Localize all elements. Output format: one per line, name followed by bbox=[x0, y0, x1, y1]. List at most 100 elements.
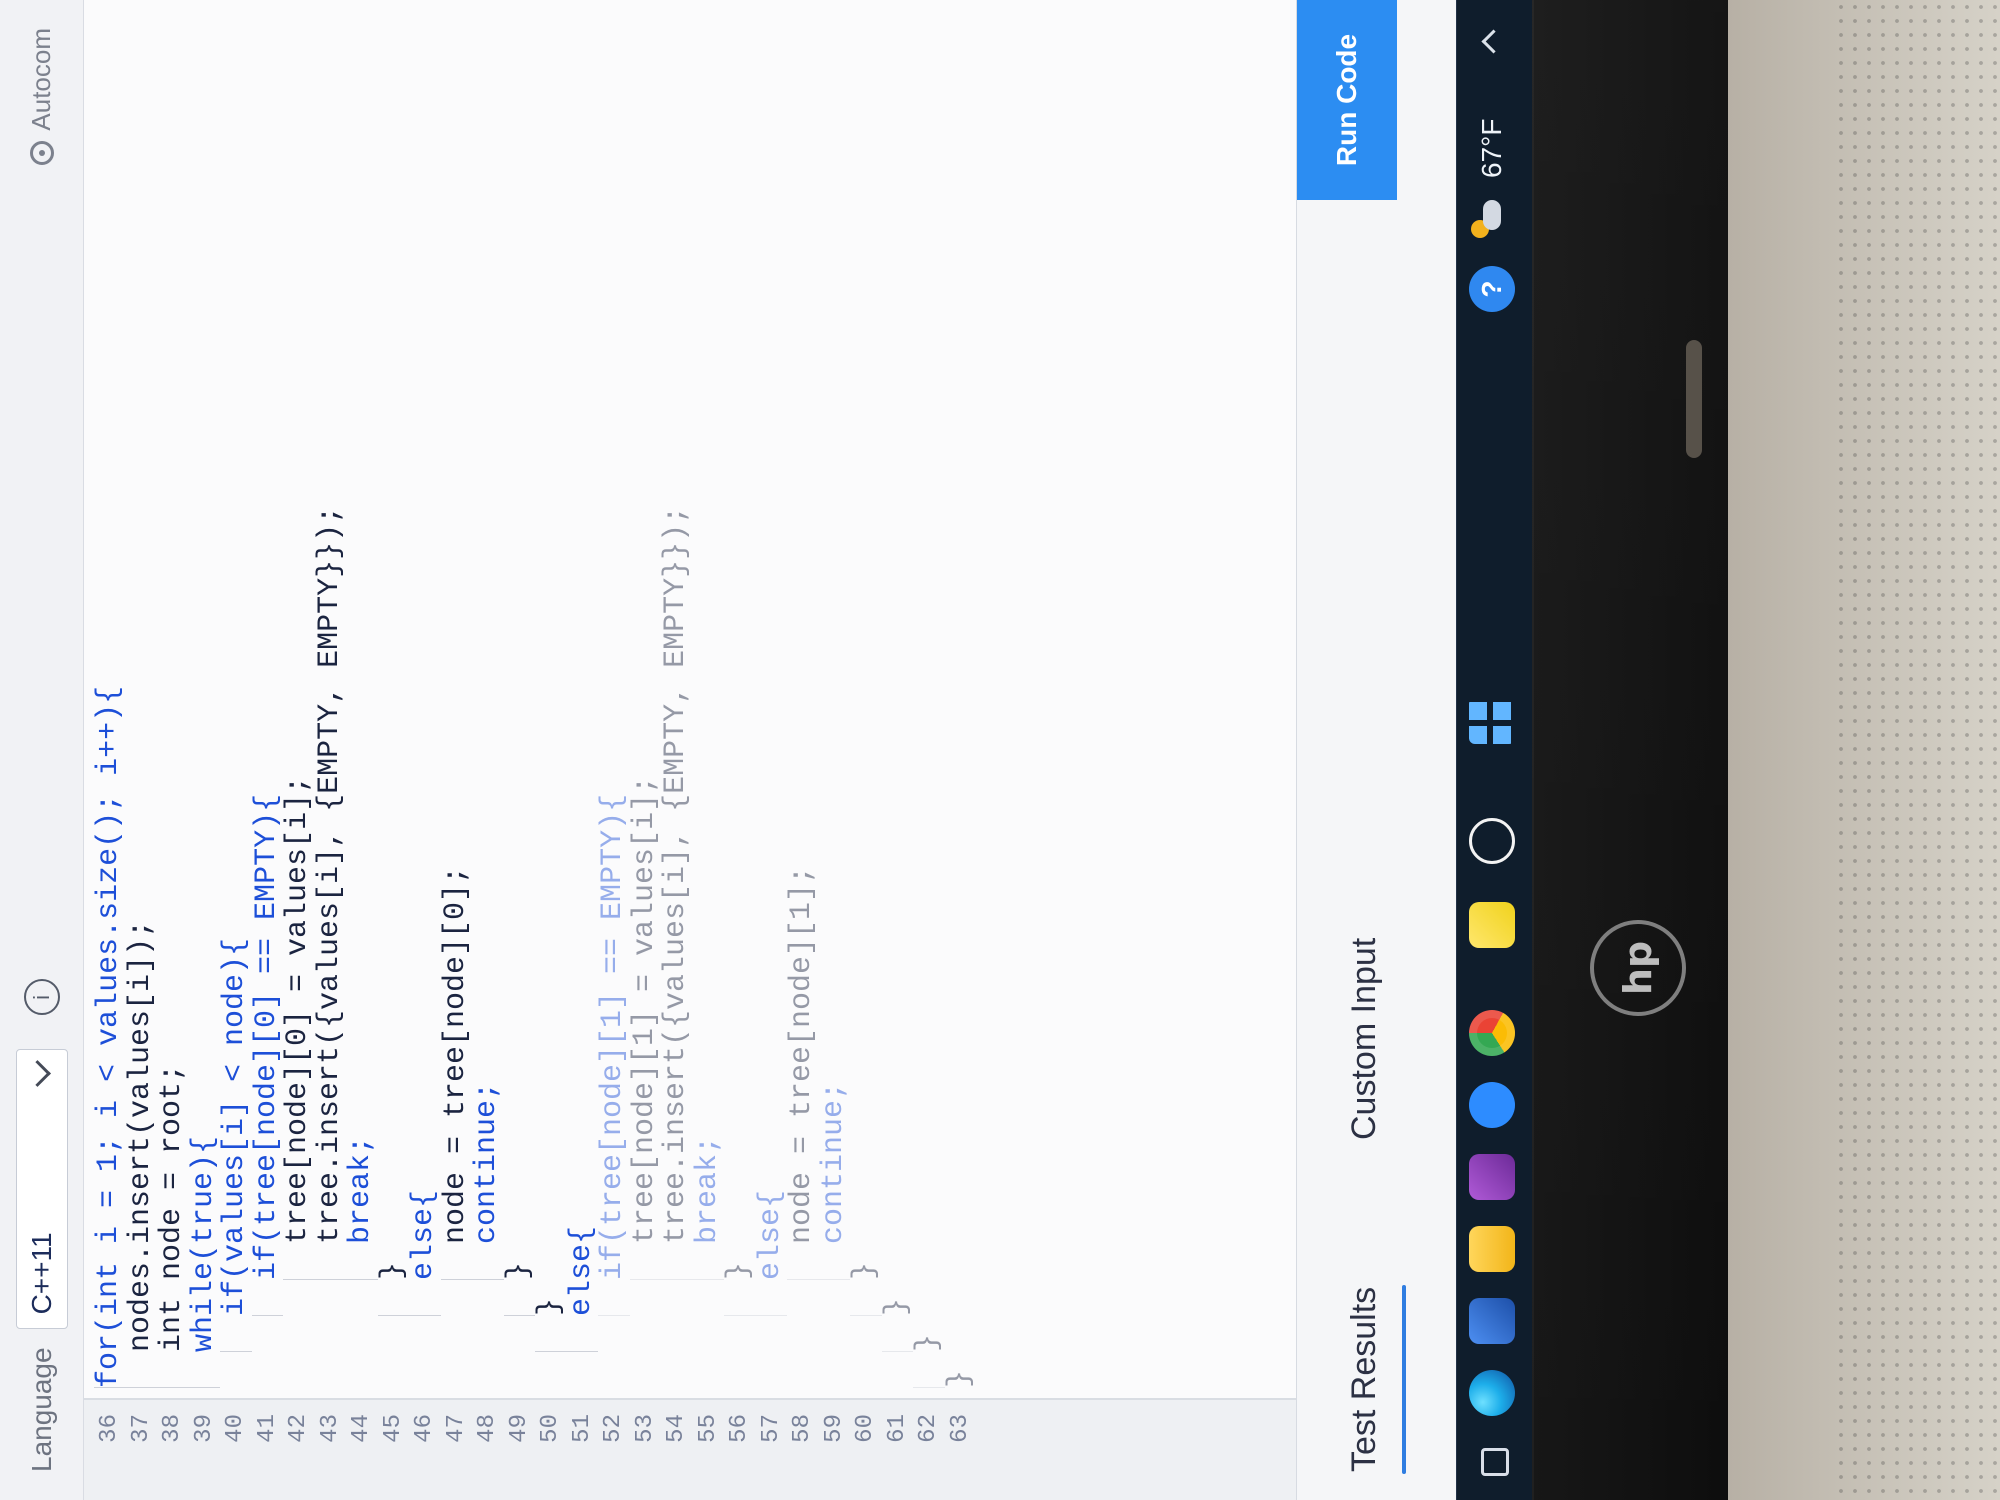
indent-guide bbox=[188, 1387, 220, 1388]
speaker-grill bbox=[1834, 0, 2000, 1500]
code-editor[interactable]: 36 37 38 39 40 41 42 43 44 45 46 47 48 4… bbox=[84, 0, 1296, 1500]
code-text: continue; bbox=[816, 1081, 851, 1244]
indent-guide bbox=[346, 1279, 378, 1280]
line-number: 58 bbox=[789, 1414, 816, 1443]
code-line: continue; bbox=[470, 20, 504, 1388]
word-icon[interactable] bbox=[1469, 1298, 1515, 1344]
autocomplete-label: Autocom bbox=[26, 28, 56, 131]
language-dropdown[interactable]: C++11 bbox=[15, 1049, 68, 1330]
tab-label: Test Results bbox=[1345, 1286, 1383, 1472]
indent-guide bbox=[755, 1315, 787, 1316]
cut-off-code-line bbox=[976, 20, 1008, 1388]
indent-guide bbox=[629, 1279, 661, 1280]
code-line: for(int i = 1; i < values.size(); i++){ bbox=[92, 20, 126, 1388]
edge-browser-icon[interactable] bbox=[1469, 1370, 1515, 1416]
chevron-down-icon bbox=[24, 1060, 51, 1088]
code-text: else{ bbox=[564, 1225, 599, 1316]
code-text: tree[node][1] = values[i]; bbox=[627, 775, 662, 1244]
language-value: C++11 bbox=[25, 1232, 57, 1315]
indent-guide bbox=[472, 1279, 504, 1280]
code-line: } bbox=[376, 20, 410, 1388]
code-text: continue; bbox=[470, 1081, 504, 1244]
indent-guide bbox=[440, 1279, 472, 1280]
task-view-icon[interactable] bbox=[1481, 1448, 1509, 1476]
settings-wheel-icon[interactable] bbox=[1469, 818, 1515, 864]
code-line: node = tree[node][1]; bbox=[785, 20, 819, 1388]
code-line: node = tree[node][0]; bbox=[438, 20, 473, 1388]
help-icon[interactable]: ? bbox=[1469, 266, 1515, 312]
run-code-button[interactable]: Run Code bbox=[1297, 0, 1397, 200]
code-line: if(tree[node][1] == EMPTY){ bbox=[596, 20, 630, 1388]
code-line: } bbox=[911, 20, 945, 1388]
gear-icon bbox=[29, 140, 54, 165]
code-line: } bbox=[533, 20, 567, 1388]
code-text: else{ bbox=[407, 1189, 441, 1280]
indent-guide bbox=[724, 1315, 756, 1316]
code-text: for(int i = 1; i < values.size(); i++){ bbox=[92, 685, 126, 1388]
code-line: else{ bbox=[564, 20, 599, 1388]
calculator-icon[interactable] bbox=[1469, 698, 1515, 744]
line-number: 39 bbox=[190, 1414, 218, 1443]
indent-guide bbox=[94, 1387, 126, 1388]
line-number: 41 bbox=[253, 1414, 281, 1443]
code-line: } bbox=[880, 20, 914, 1388]
onenote-icon[interactable] bbox=[1469, 1154, 1515, 1200]
info-icon[interactable]: i bbox=[23, 979, 60, 1016]
line-number: 51 bbox=[568, 1414, 596, 1443]
code-text: break; bbox=[344, 1135, 378, 1244]
code-text: } bbox=[722, 1261, 756, 1280]
line-number: 56 bbox=[726, 1414, 753, 1443]
editor-topbar: Language C++11 i Autocom bbox=[0, 0, 84, 1500]
code-line: while(true){ bbox=[186, 20, 221, 1388]
code-text: } bbox=[911, 1333, 945, 1352]
indent-guide bbox=[503, 1315, 535, 1316]
code-text: if(tree[node][0] == EMPTY){ bbox=[249, 793, 284, 1280]
code-text: } bbox=[533, 1297, 567, 1316]
line-number: 38 bbox=[159, 1414, 186, 1443]
indent-guide bbox=[251, 1315, 283, 1316]
line-number: 48 bbox=[474, 1414, 501, 1443]
code-line: tree[node][0] = values[i]; bbox=[281, 20, 315, 1388]
indent-guide bbox=[283, 1279, 315, 1280]
tab-test-results[interactable]: Test Results bbox=[1345, 1287, 1394, 1472]
line-number: 61 bbox=[883, 1414, 911, 1443]
code-line: continue; bbox=[816, 20, 851, 1388]
autocomplete-toggle[interactable]: Autocom bbox=[26, 28, 57, 165]
temperature-label: 67°F bbox=[1476, 118, 1507, 178]
indent-guide bbox=[157, 1387, 189, 1388]
tray-chevron-icon[interactable] bbox=[1481, 29, 1506, 54]
line-number-list: 36 37 38 39 40 41 42 43 44 45 46 47 48 4… bbox=[94, 1400, 976, 1500]
code-line: } bbox=[722, 20, 756, 1388]
line-number: 50 bbox=[537, 1414, 564, 1443]
weather-icon[interactable] bbox=[1469, 192, 1515, 240]
code-line: break; bbox=[691, 20, 725, 1388]
line-number-gutter: 36 37 38 39 40 41 42 43 44 45 46 47 48 4… bbox=[84, 1398, 1296, 1500]
code-line: tree[node][1] = values[i]; bbox=[627, 20, 662, 1388]
code-area[interactable]: for(int i = 1; i < values.size(); i++){ … bbox=[92, 20, 1296, 1388]
tab-label: Custom Input bbox=[1345, 937, 1383, 1140]
code-text: while(true){ bbox=[186, 1135, 221, 1352]
code-text: node = tree[node][1]; bbox=[785, 865, 819, 1244]
code-line: } bbox=[848, 20, 882, 1388]
line-number: 44 bbox=[348, 1414, 375, 1443]
file-explorer-icon[interactable] bbox=[1469, 1226, 1515, 1272]
line-number: 36 bbox=[96, 1414, 123, 1443]
line-number: 49 bbox=[505, 1414, 533, 1443]
code-line: if(values[i] < node){ bbox=[218, 20, 252, 1388]
zoom-icon[interactable] bbox=[1469, 1082, 1515, 1128]
code-line: tree.insert({values[i], {EMPTY, EMPTY}})… bbox=[313, 20, 347, 1388]
line-number: 40 bbox=[222, 1414, 249, 1443]
code-line: } bbox=[502, 20, 536, 1388]
indent-guide bbox=[913, 1387, 945, 1388]
code-text: else{ bbox=[753, 1189, 788, 1280]
line-number: 52 bbox=[600, 1414, 627, 1443]
chrome-icon[interactable] bbox=[1469, 1010, 1515, 1056]
code-line: } bbox=[943, 20, 977, 1388]
indent-guide bbox=[314, 1279, 346, 1280]
line-number: 53 bbox=[631, 1414, 659, 1443]
code-text: tree[node][0] = values[i]; bbox=[281, 775, 315, 1244]
code-text: node = tree[node][0]; bbox=[438, 865, 473, 1244]
indent-guide bbox=[220, 1351, 252, 1352]
tab-custom-input[interactable]: Custom Input bbox=[1345, 938, 1394, 1140]
sticky-notes-icon[interactable] bbox=[1469, 902, 1515, 948]
